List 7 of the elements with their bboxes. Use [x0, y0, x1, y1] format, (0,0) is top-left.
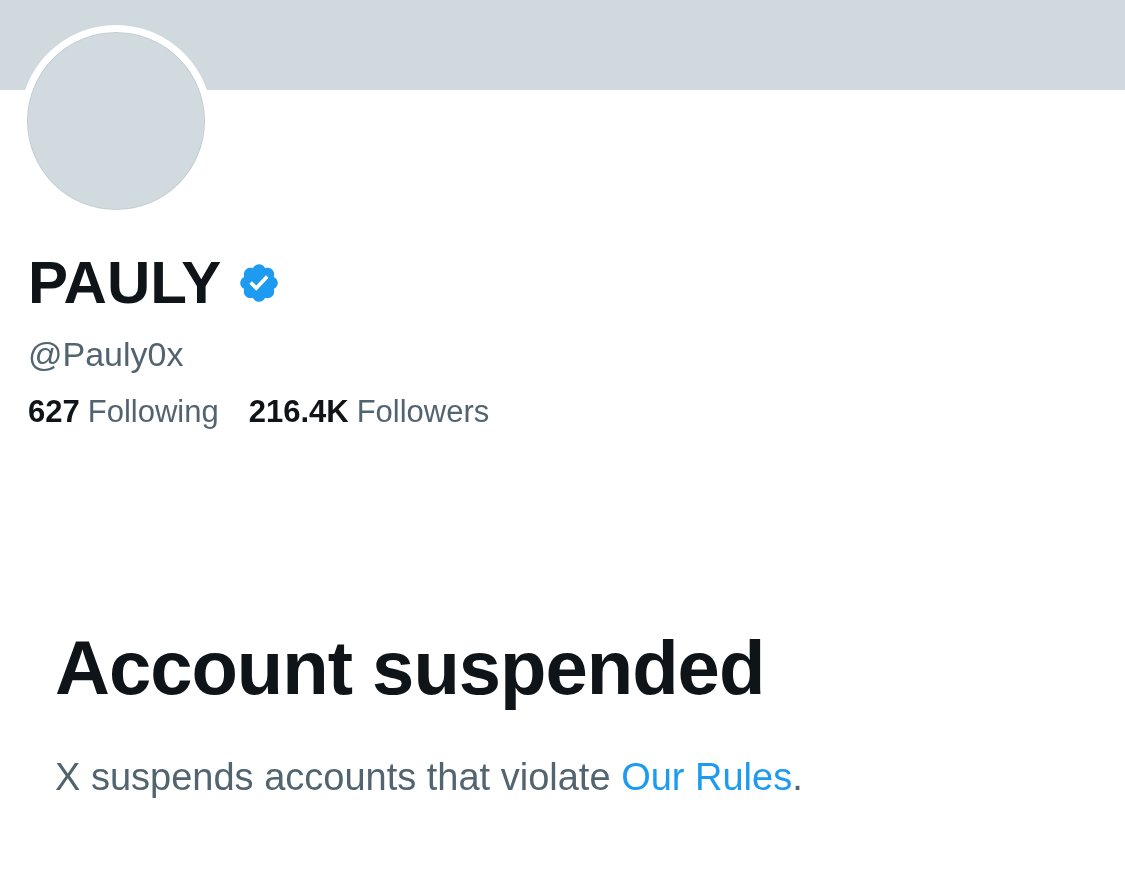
- stat-count: 627: [28, 394, 80, 429]
- stat-label[interactable]: Following: [87, 394, 219, 429]
- stat-label[interactable]: Followers: [356, 394, 490, 429]
- stat-count: 216.4K: [248, 394, 349, 429]
- profile-name: PAULY: [28, 253, 222, 313]
- suspension-message: X suspends accounts that violate Our Rules.: [55, 756, 804, 799]
- profile-handle: @Pauly0x: [28, 335, 185, 374]
